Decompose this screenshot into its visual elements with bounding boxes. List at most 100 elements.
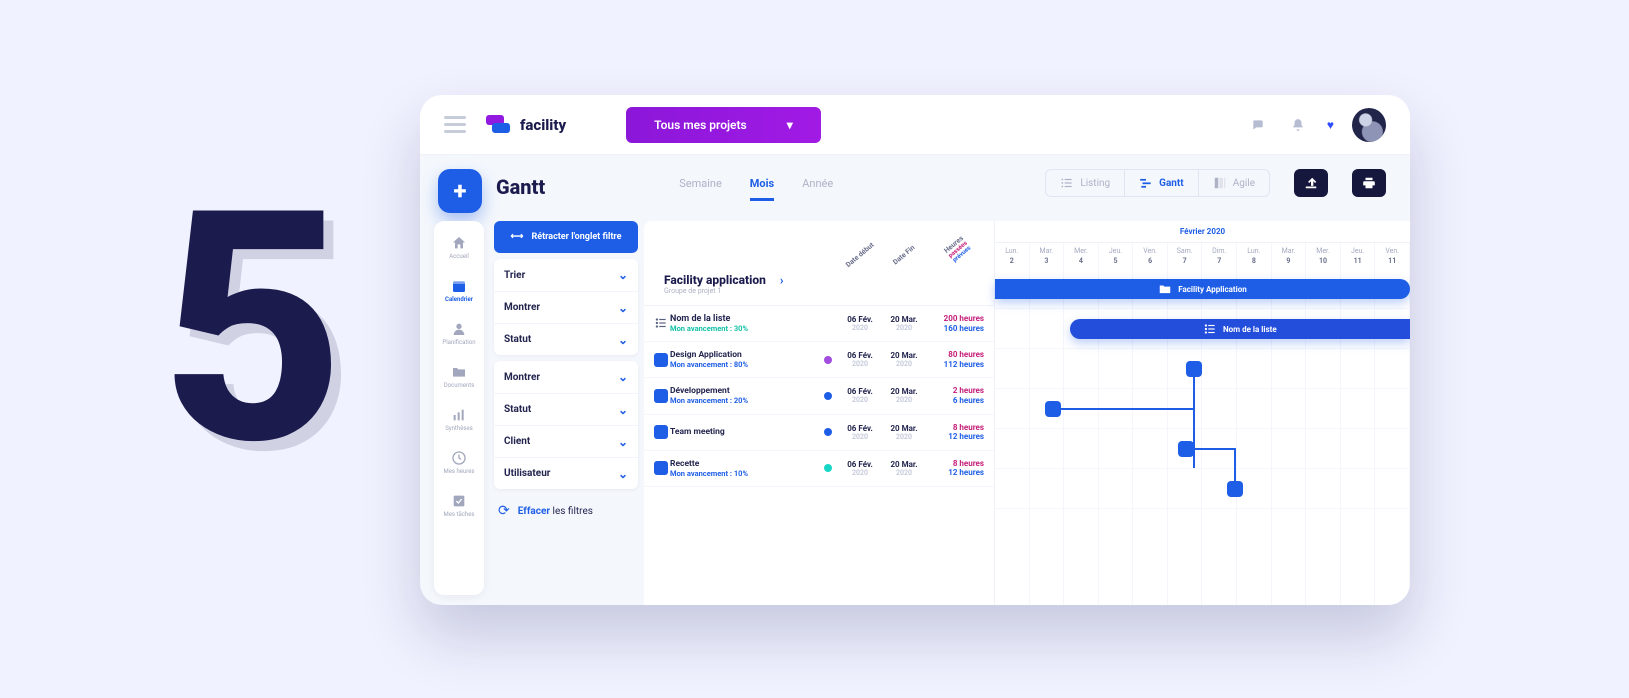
rail-mestaches[interactable]: Mes tâches	[434, 489, 484, 522]
date-end: 20 Mar.2020	[882, 460, 926, 477]
task-row[interactable]: Design Application Mon avancement : 80% …	[644, 342, 994, 378]
row-icon	[654, 353, 670, 367]
filter-row[interactable]: Statut⌄	[494, 393, 638, 425]
row-icon	[654, 461, 670, 475]
hours: 80 heures112 heures	[926, 350, 990, 369]
task-name: Design Application	[670, 350, 818, 360]
view-agile[interactable]: Agile	[1199, 170, 1269, 196]
view-listing[interactable]: Listing	[1046, 170, 1124, 196]
date-end: 20 Mar.2020	[882, 387, 926, 404]
home-icon	[450, 235, 468, 251]
topbar: facility Tous mes projets ▾ ♥	[420, 95, 1410, 155]
clear-filters[interactable]: ⟳ Effacer les filtres	[498, 503, 638, 519]
clock-icon	[450, 450, 468, 466]
avatar[interactable]	[1352, 108, 1386, 142]
gantt-day: Dim.7	[1202, 243, 1237, 269]
date-start: 06 Fév.2020	[838, 387, 882, 404]
folder-icon	[450, 364, 468, 380]
tab-week[interactable]: Semaine	[679, 177, 722, 201]
gantt-month: Février 2020	[995, 221, 1410, 243]
rail-planification[interactable]: Planification	[434, 317, 484, 350]
task-progress: Mon avancement : 80%	[670, 360, 818, 369]
side-rail: Accueil Calendrier Planification Documen…	[434, 221, 484, 595]
step-number: 5	[160, 170, 345, 490]
gantt-rows: Facility Application Nom de la liste	[995, 269, 1410, 509]
task-icon	[654, 353, 668, 367]
print-button[interactable]	[1352, 169, 1386, 197]
filter-row[interactable]: Trier⌄	[494, 259, 638, 291]
rail-accueil[interactable]: Accueil	[434, 231, 484, 264]
rail-documents[interactable]: Documents	[434, 360, 484, 393]
share-button[interactable]	[1294, 169, 1328, 197]
tasks-icon	[450, 493, 468, 509]
filter-section-2: Montrer⌄ Statut⌄ Client⌄ Utilisateur⌄	[494, 361, 638, 489]
gantt-day: Ven.11	[1375, 243, 1410, 269]
rail-calendrier[interactable]: Calendrier	[434, 274, 484, 307]
gantt-day: Lun.8	[1237, 243, 1272, 269]
gantt-bar-list[interactable]: Nom de la liste	[1070, 319, 1410, 339]
task-name: Team meeting	[670, 427, 818, 437]
list-icon	[1203, 322, 1217, 336]
filter-row[interactable]: Montrer⌄	[494, 291, 638, 323]
tab-month[interactable]: Mois	[750, 177, 774, 201]
filter-row[interactable]: Montrer⌄	[494, 361, 638, 393]
task-name: Recette	[670, 459, 818, 469]
row-icon	[654, 425, 670, 439]
date-start: 06 Fév.2020	[838, 315, 882, 332]
status-dot	[824, 428, 832, 436]
tab-year[interactable]: Année	[802, 177, 833, 201]
collapse-icon: ⟷	[511, 232, 524, 242]
print-icon	[1362, 176, 1376, 190]
filter-row[interactable]: Client⌄	[494, 425, 638, 457]
add-button[interactable]: +	[438, 169, 482, 213]
gantt-day: Mer.4	[1064, 243, 1099, 269]
filter-section-1: Trier⌄ Montrer⌄ Statut⌄	[494, 259, 638, 355]
status-dot	[824, 464, 832, 472]
share-icon	[1304, 176, 1318, 190]
task-progress: Mon avancement : 10%	[670, 469, 818, 478]
time-tabs: Semaine Mois Année	[679, 177, 833, 201]
gantt-node[interactable]	[1045, 401, 1061, 417]
gantt-node[interactable]	[1178, 441, 1194, 457]
task-header: Date début Date Fin Heures passées prévu…	[644, 221, 994, 263]
gantt-day: Ven.6	[1133, 243, 1168, 269]
view-switch: Listing Gantt Agile	[1045, 169, 1270, 197]
gantt-day: Lun.2	[995, 243, 1030, 269]
main: Date début Date Fin Heures passées prévu…	[644, 221, 1410, 605]
gantt-day: Mar.3	[1030, 243, 1065, 269]
filter-row[interactable]: Utilisateur⌄	[494, 457, 638, 489]
project-dropdown[interactable]: Tous mes projets ▾	[626, 107, 821, 143]
project-title: Facility application	[664, 273, 766, 287]
task-row[interactable]: Recette Mon avancement : 10% 06 Fév.2020…	[644, 451, 994, 487]
gantt: Février 2020 Lun.2Mar.3Mer.4Jeu.5Ven.6Sa…	[994, 221, 1410, 605]
task-row[interactable]: Développement Mon avancement : 20% 06 Fé…	[644, 378, 994, 414]
chevron-right-icon: ›	[780, 273, 784, 287]
row-icon	[654, 316, 670, 332]
task-icon	[654, 389, 668, 403]
chat-icon[interactable]	[1247, 114, 1269, 136]
gantt-node[interactable]	[1227, 481, 1243, 497]
retract-filter-button[interactable]: ⟷ Rétracter l'onglet filtre	[494, 221, 638, 253]
task-row[interactable]: Team meeting 06 Fév.2020 20 Mar.2020 8 h…	[644, 415, 994, 451]
chevron-down-icon: ⌄	[618, 370, 628, 384]
task-row[interactable]: Nom de la liste Mon avancement : 30% 06 …	[644, 306, 994, 342]
filter-panel: ⟷ Rétracter l'onglet filtre Trier⌄ Montr…	[494, 221, 644, 605]
task-icon	[654, 461, 668, 475]
gantt-node[interactable]	[1186, 361, 1202, 377]
rail-syntheses[interactable]: Synthèses	[434, 403, 484, 436]
chevron-down-icon: ⌄	[618, 467, 628, 481]
chevron-down-icon: ⌄	[618, 268, 628, 282]
chevron-down-icon: ⌄	[618, 301, 628, 315]
brand-logo[interactable]: facility	[486, 115, 566, 135]
menu-icon[interactable]	[444, 116, 466, 133]
rail-mesheures[interactable]: Mes heures	[434, 446, 484, 479]
status-dot	[824, 392, 832, 400]
filter-row[interactable]: Statut⌄	[494, 323, 638, 355]
gantt-bar-project[interactable]: Facility Application	[995, 279, 1410, 299]
gantt-day: Mar.9	[1272, 243, 1307, 269]
task-progress: Mon avancement : 20%	[670, 396, 818, 405]
bell-icon[interactable]	[1287, 114, 1309, 136]
date-start: 06 Fév.2020	[838, 351, 882, 368]
favorite-icon[interactable]: ♥	[1327, 118, 1334, 132]
view-gantt[interactable]: Gantt	[1124, 170, 1199, 196]
